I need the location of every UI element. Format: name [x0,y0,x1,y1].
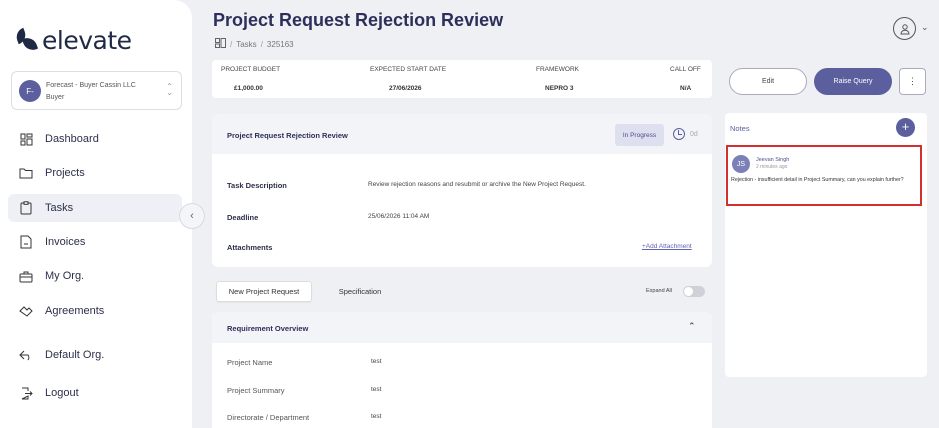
sidebar-item-label: Default Org. [45,349,105,361]
folder-icon [19,166,33,180]
avatar: JS [732,155,750,173]
budget-label: PROJECT BUDGET [221,66,281,73]
task-description-label: Task Description [227,181,287,190]
org-avatar: F- [19,80,41,102]
expand-all-toggle[interactable] [683,286,705,297]
logo-text: elevate [42,26,132,55]
notes-panel: Notes + JS Jeevan Singh 2 minutes ago Re… [725,113,927,377]
sidebar-item-label: Logout [45,387,79,399]
breadcrumb-separator: / [260,39,263,49]
collapse-sidebar-button[interactable]: ‹ [179,203,205,229]
dashboard-icon[interactable] [215,38,226,50]
breadcrumb-separator: / [230,39,233,49]
invoice-icon [19,235,33,249]
clock-icon [673,128,685,140]
edit-button[interactable]: Edit [729,68,807,95]
back-arrow-icon [19,348,33,362]
org-name: Forecast - Buyer Cassin LLC [46,82,136,89]
directorate-value: test [371,413,382,420]
plus-icon: + [901,119,910,134]
dashboard-icon [19,132,33,146]
status-badge: In Progress [615,124,664,146]
breadcrumb: / Tasks / 325163 [215,38,294,50]
tab-specification[interactable]: Specification [324,281,396,302]
more-options-button[interactable]: ⋮ [899,68,926,95]
expand-all-label: Expand All [646,288,672,294]
page-title: Project Request Rejection Review [213,10,504,30]
clipboard-icon [19,201,33,215]
notes-title: Notes [730,124,750,133]
start-date-label: EXPECTED START DATE [370,66,447,73]
call-off-column: CALL OFF N/A [670,60,710,98]
sidebar: elevate F- Forecast - Buyer Cassin LLC B… [0,0,192,428]
breadcrumb-tasks[interactable]: Tasks [236,40,256,49]
deadline-label: Deadline [227,213,259,222]
project-summary-label: Project Summary [227,386,285,395]
raise-query-button[interactable]: Raise Query [814,68,892,95]
sidebar-item-dashboard[interactable]: Dashboard [8,125,182,153]
add-note-button[interactable]: + [896,118,915,137]
project-summary-value: test [371,386,382,393]
project-name-value: test [371,358,382,365]
requirement-overview-card: Requirement Overview ⌃ Project Name test… [212,312,712,428]
sidebar-item-label: Invoices [45,236,86,248]
requirement-header[interactable]: Requirement Overview ⌃ [212,312,712,343]
org-selector[interactable]: F- Forecast - Buyer Cassin LLC Buyer ⌃ ⌄ [11,71,182,110]
task-description-value: Review rejection reasons and resubmit or… [368,181,586,188]
call-off-value: N/A [680,85,692,92]
call-off-label: CALL OFF [670,66,701,73]
start-date-value: 27/06/2026 [389,85,422,92]
tab-new-project-request[interactable]: New Project Request [216,281,312,302]
note-author: Jeevan Singh [756,157,790,163]
budget-value: £1,000.00 [234,85,263,92]
budget-column: PROJECT BUDGET £1,000.00 [221,60,301,98]
directorate-label: Directorate / Department [227,413,310,422]
logo[interactable]: elevate [13,26,132,55]
sidebar-item-my-org[interactable]: My Org. [8,262,182,290]
project-name-label: Project Name [227,358,273,367]
user-menu-button[interactable] [893,17,916,40]
task-card: Project Request Rejection Review In Prog… [212,114,712,267]
note-text: Rejection - insufficient detail in Proje… [731,177,904,183]
note-item[interactable]: JS Jeevan Singh 2 minutes ago Rejection … [726,145,922,206]
task-title: Project Request Rejection Review [227,131,348,140]
sidebar-item-label: Dashboard [45,133,99,145]
deadline-value: 25/06/2026 11:04 AM [368,213,430,220]
sidebar-item-default-org[interactable]: Default Org. [8,341,182,369]
requirement-title: Requirement Overview [227,324,309,333]
sidebar-item-invoices[interactable]: Invoices [8,228,182,256]
breadcrumb-task-id: 325163 [266,39,294,49]
chevron-up-icon[interactable]: ⌃ [688,321,696,332]
logout-icon [19,386,33,400]
handshake-icon [19,304,33,318]
up-down-chevron-icon: ⌃ ⌄ [166,82,173,97]
sidebar-item-agreements[interactable]: Agreements [8,297,182,325]
briefcase-icon [19,269,33,283]
framework-column: FRAMEWORK NEPRO 3 [536,60,596,98]
sidebar-item-label: Agreements [45,305,105,317]
attachments-label: Attachments [227,243,273,252]
days-elapsed: 0d [690,131,698,138]
chevron-left-icon: ‹ [190,210,194,222]
note-timestamp: 2 minutes ago [756,164,788,170]
sidebar-item-label: Tasks [45,202,74,214]
org-role: Buyer [46,94,65,101]
chevron-down-icon[interactable]: ⌄ [921,22,929,33]
sidebar-item-projects[interactable]: Projects [8,159,182,187]
sidebar-item-logout[interactable]: Logout [8,379,182,407]
sidebar-item-label: Projects [45,167,85,179]
sidebar-item-tasks[interactable]: Tasks [8,194,182,222]
sidebar-item-label: My Org. [45,270,85,282]
add-attachment-link[interactable]: +Add Attachment [642,243,692,250]
framework-value: NEPRO 3 [545,85,574,92]
user-icon [899,23,910,34]
framework-label: FRAMEWORK [536,66,579,73]
project-summary-bar: PROJECT BUDGET £1,000.00 EXPECTED START … [212,60,712,98]
task-card-header: Project Request Rejection Review In Prog… [212,114,712,154]
elevate-logo-icon [13,27,39,53]
start-date-column: EXPECTED START DATE 27/06/2026 [370,60,470,98]
